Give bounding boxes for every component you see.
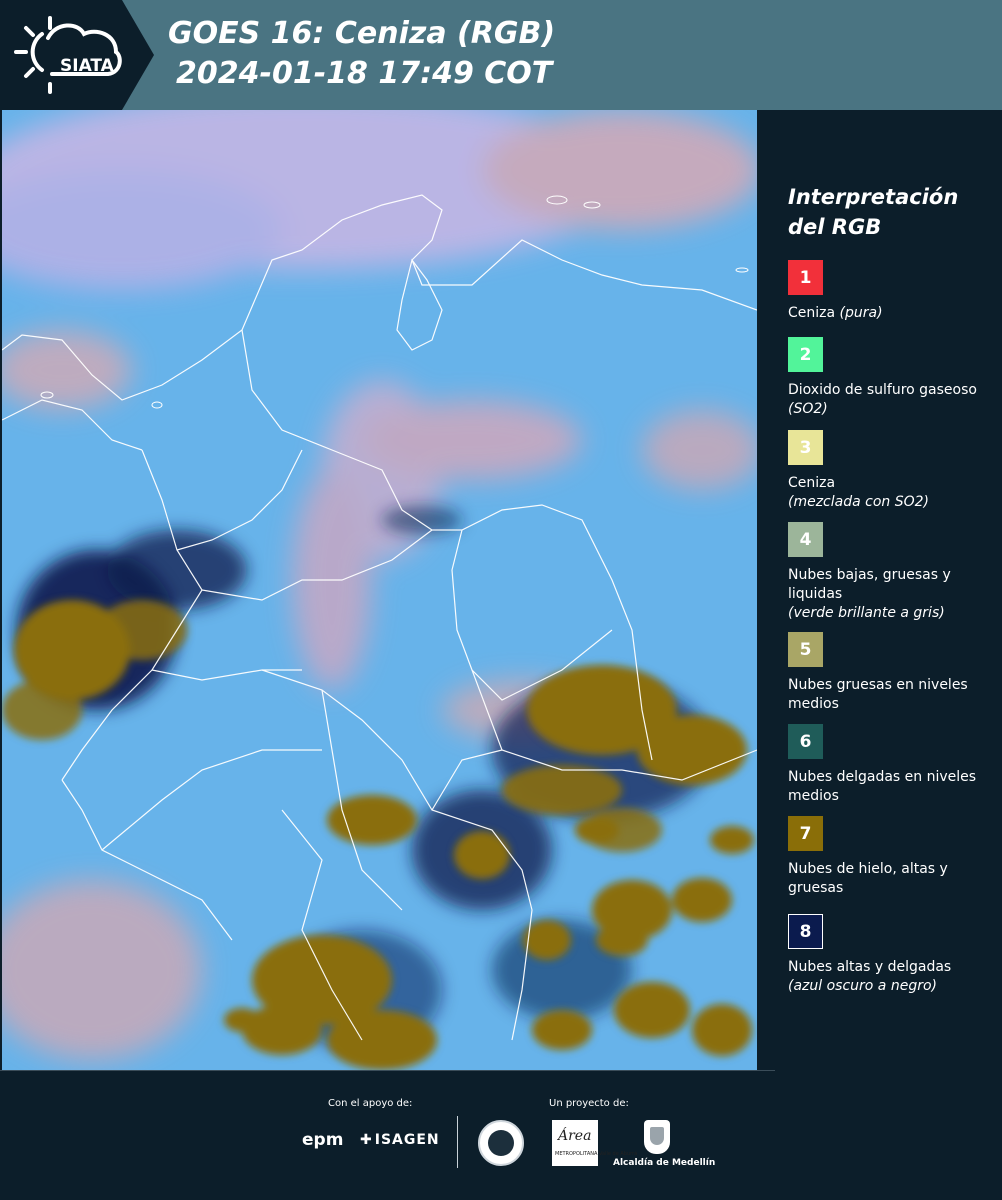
page-title: GOES 16: Ceniza (RGB) xyxy=(168,16,556,51)
support-label: Con el apoyo de: xyxy=(328,1098,413,1109)
legend-label-4: Nubes bajas, gruesas y liquidas (verde br… xyxy=(788,566,998,623)
footer-divider xyxy=(0,1070,775,1071)
brand-name: SIATA xyxy=(60,56,114,76)
university-seal-icon xyxy=(478,1120,524,1166)
footer: Con el apoyo de: Un proyecto de: epm ✚ IS… xyxy=(0,1070,1002,1200)
legend-item-4: 4 Nubes bajas, gruesas y liquidas (verde … xyxy=(788,522,998,623)
legend-item-2: 2 Dioxido de sulfuro gaseoso (SO2) xyxy=(788,337,998,419)
area-logo-subtext: METROPOLITANA Valle de Aburrá xyxy=(555,1151,638,1157)
isagen-text: ISAGEN xyxy=(374,1132,440,1148)
legend-swatch-2: 2 xyxy=(788,337,823,372)
legend-panel: Interpretación del RGB 1 Ceniza (pura) 2… xyxy=(760,110,1002,1070)
area-logo-text: Área xyxy=(558,1128,592,1144)
legend-item-8: 8 Nubes altas y delgadas (azul oscuro a n… xyxy=(788,914,998,996)
legend-label-2: Dioxido de sulfuro gaseoso (SO2) xyxy=(788,381,998,419)
legend-swatch-7: 7 xyxy=(788,816,823,851)
siata-logo: SIATA xyxy=(12,12,130,98)
legend-title: Interpretación del RGB xyxy=(788,185,959,239)
legend-item-7: 7 Nubes de hielo, altas y gruesas xyxy=(788,816,998,898)
legend-note-1: (pura) xyxy=(839,305,883,321)
legend-swatch-4: 4 xyxy=(788,522,823,557)
siata-sun-cloud-icon xyxy=(14,16,122,94)
legend-label-5: Nubes gruesas en niveles medios xyxy=(788,677,968,712)
legend-label-6: Nubes delgadas en niveles medios xyxy=(788,769,977,804)
legend-label-8: Nubes altas y delgadas (azul oscuro a neg… xyxy=(788,958,998,996)
legend-item-5: 5 Nubes gruesas en niveles medios xyxy=(788,632,998,714)
legend-item-6: 6 Nubes delgadas en niveles medios xyxy=(788,724,998,806)
legend-label-8-text: Nubes altas y delgadas xyxy=(788,959,952,975)
legend-note-3: (mezclada con SO2) xyxy=(788,494,930,510)
isagen-logo: ✚ ISAGEN xyxy=(360,1132,440,1148)
legend-label-1-text: Ceniza xyxy=(788,305,836,321)
legend-label-1: Ceniza (pura) xyxy=(788,304,998,323)
header: SIATA GOES 16: Ceniza (RGB) 2024-01-18 1… xyxy=(0,0,1002,110)
legend-note-8: (azul oscuro a negro) xyxy=(788,978,937,994)
sponsor-divider xyxy=(457,1116,458,1168)
legend-label-3-text: Ceniza xyxy=(788,475,836,491)
legend-item-1: 1 Ceniza (pura) xyxy=(788,260,998,323)
legend-swatch-8: 8 xyxy=(788,914,823,949)
area-metropolitana-logo: Área METROPOLITANA Valle de Aburrá xyxy=(552,1120,637,1166)
legend-swatch-3: 3 xyxy=(788,430,823,465)
legend-swatch-1: 1 xyxy=(788,260,823,295)
legend-swatch-6: 6 xyxy=(788,724,823,759)
legend-label-7: Nubes de hielo, altas y gruesas xyxy=(788,861,948,896)
legend-label-4-text: Nubes bajas, gruesas y liquidas xyxy=(788,567,951,602)
satellite-map xyxy=(2,110,757,1070)
legend-item-3: 3 Ceniza (mezclada con SO2) xyxy=(788,430,998,512)
legend-label-3: Ceniza (mezclada con SO2) xyxy=(788,474,998,512)
medellin-logo-text: Alcaldía de Medellín xyxy=(613,1158,716,1168)
legend-label-2-text: Dioxido de sulfuro gaseoso xyxy=(788,382,977,398)
satellite-image xyxy=(2,110,757,1070)
legend-note-2: (SO2) xyxy=(788,401,828,417)
project-label: Un proyecto de: xyxy=(549,1098,629,1109)
medellin-shield-icon xyxy=(644,1120,670,1154)
legend-note-4: (verde brillante a gris) xyxy=(788,605,945,621)
epm-logo: epm xyxy=(302,1130,344,1150)
legend-swatch-5: 5 xyxy=(788,632,823,667)
page-datetime: 2024-01-18 17:49 COT xyxy=(176,56,553,91)
isagen-mark-icon: ✚ xyxy=(360,1132,373,1148)
